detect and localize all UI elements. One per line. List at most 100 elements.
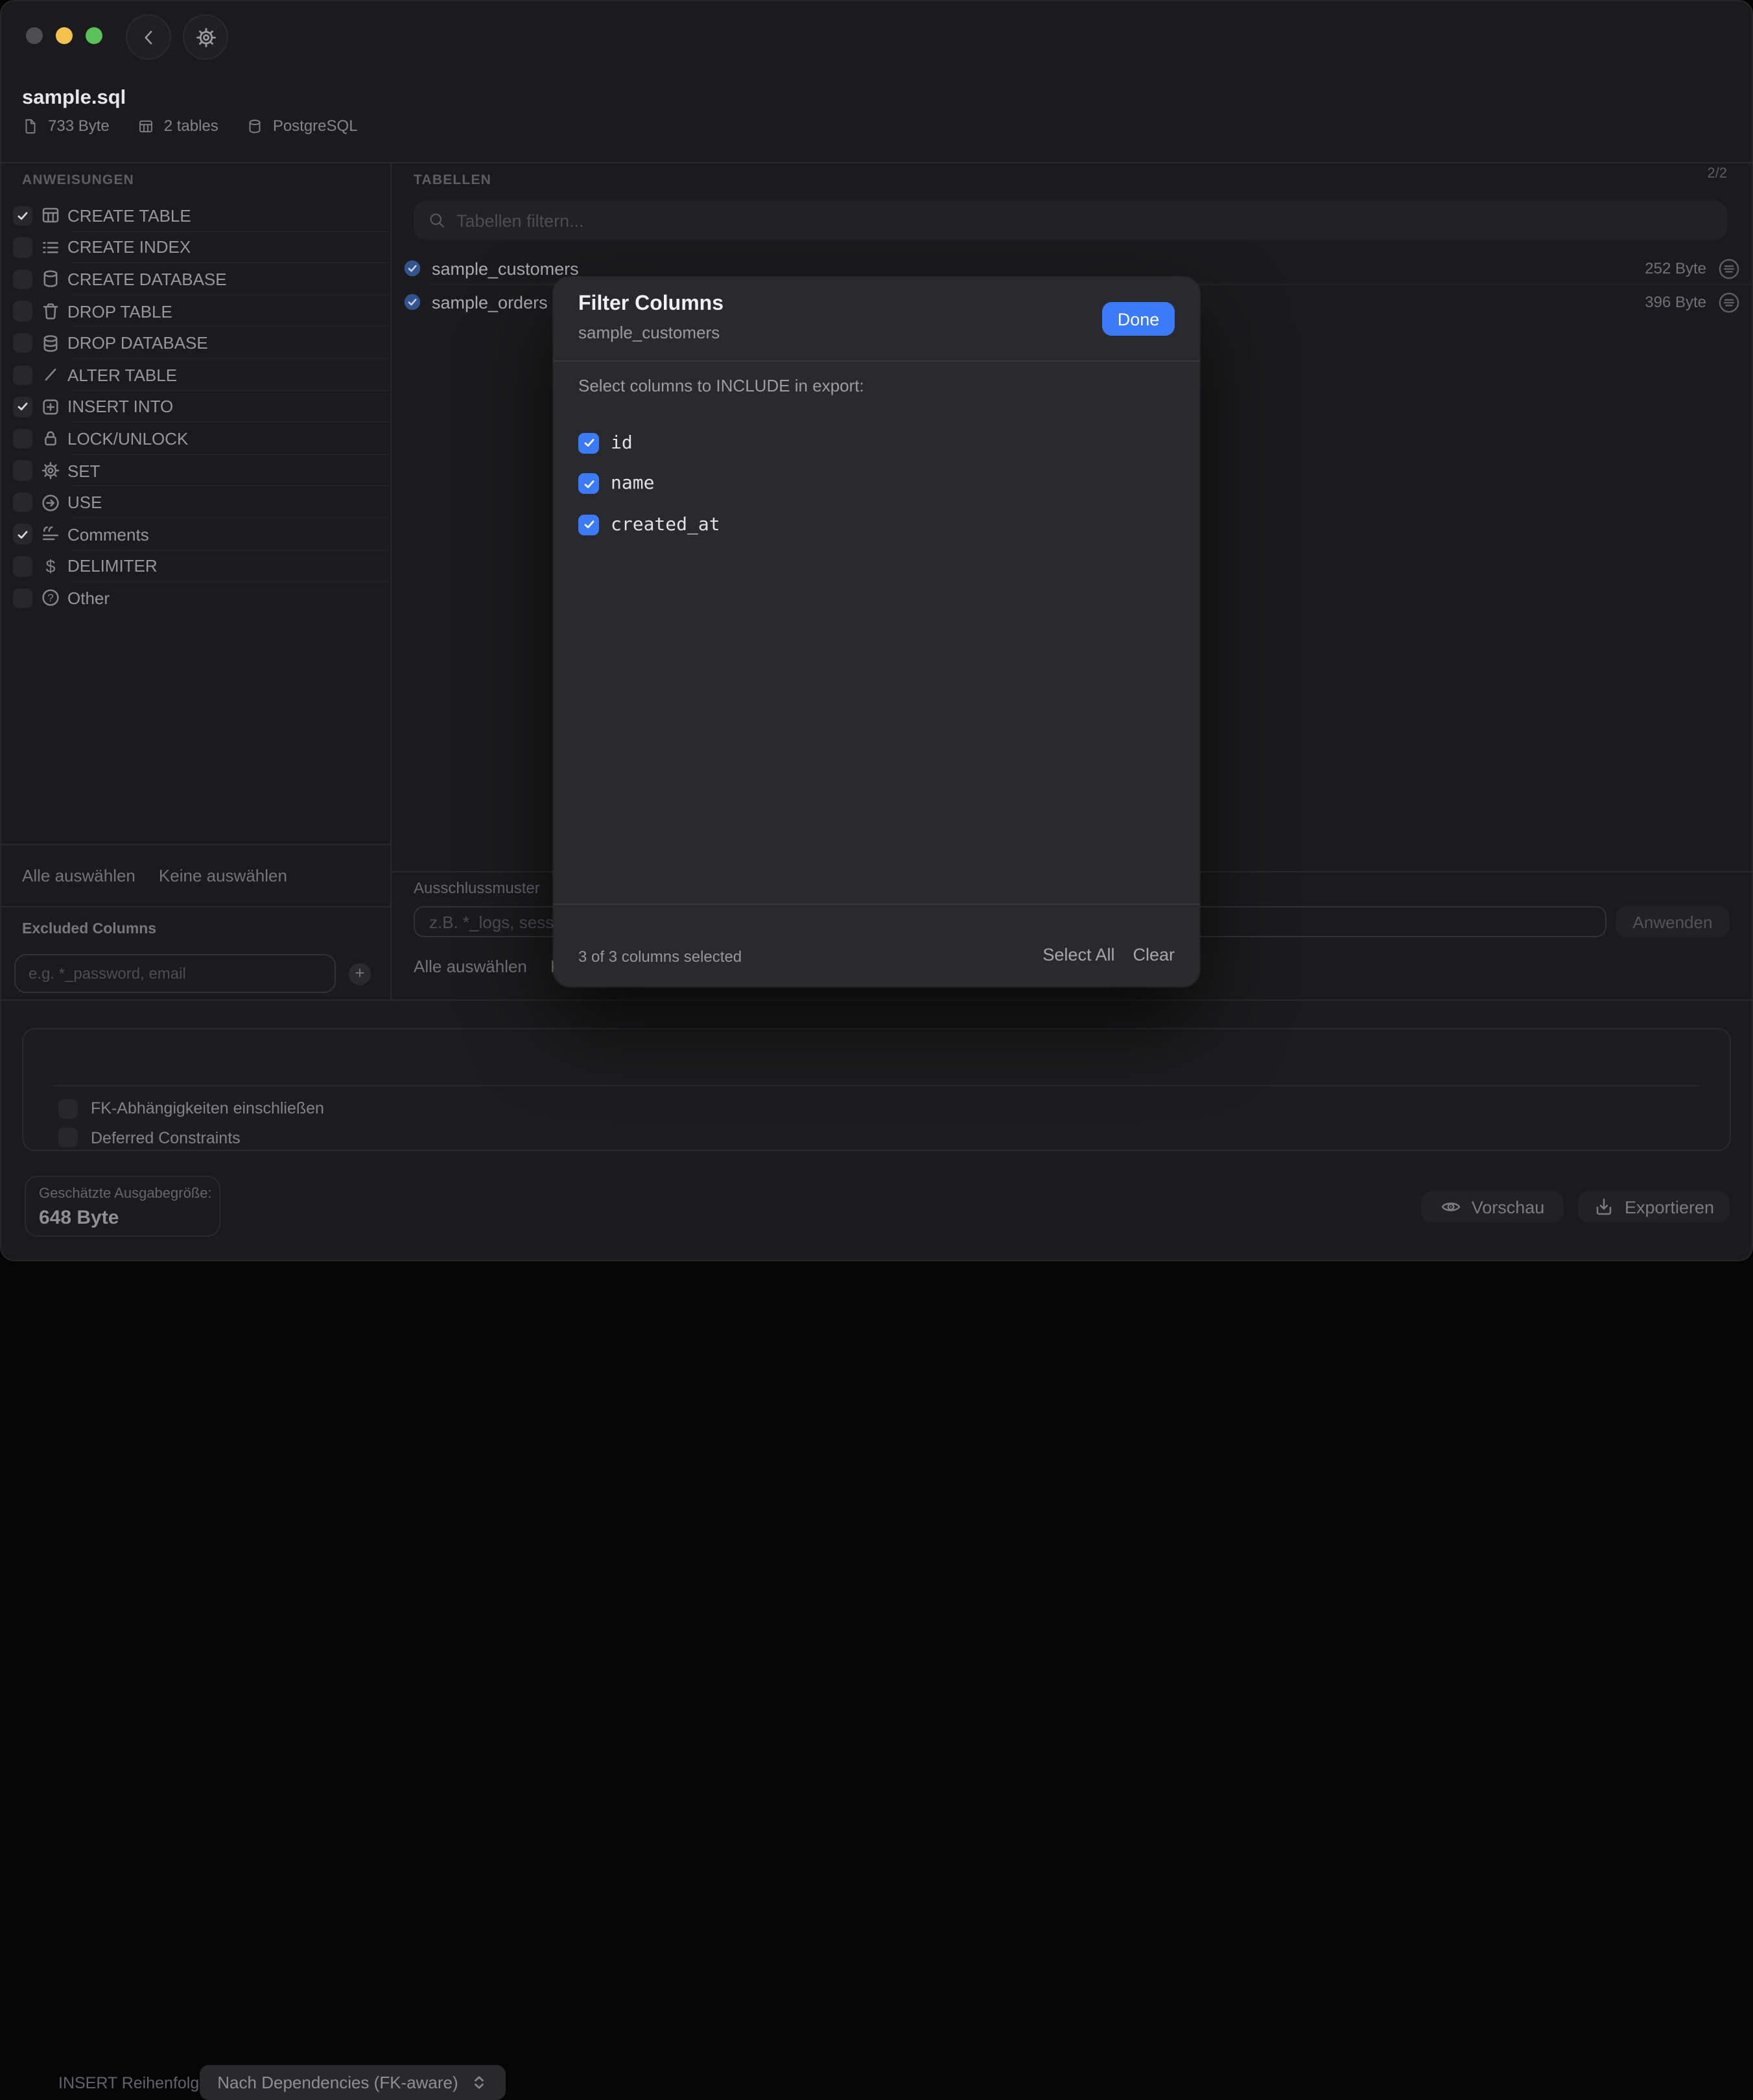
filter-columns-icon[interactable]	[1718, 257, 1740, 279]
back-button[interactable]	[126, 14, 171, 60]
file-title: sample.sql	[22, 87, 126, 110]
statement-checkbox[interactable]	[12, 428, 32, 449]
column-checkbox[interactable]	[578, 474, 599, 495]
database-stack-icon	[40, 332, 61, 353]
file-icon	[22, 117, 39, 134]
statement-row[interactable]: SET	[0, 455, 390, 487]
statement-checkbox[interactable]	[12, 493, 32, 513]
file-meta: 733 Byte 2 tables PostgreSQL	[22, 117, 358, 135]
statement-checkbox[interactable]	[12, 205, 32, 226]
settings-button[interactable]	[183, 14, 228, 60]
apply-button[interactable]: Anwenden	[1616, 906, 1730, 937]
modal-subtitle: sample_customers	[578, 323, 720, 342]
table-filter-box[interactable]	[414, 201, 1727, 240]
option-checkbox[interactable]	[58, 1128, 78, 1148]
table-filter-input[interactable]	[456, 211, 1713, 230]
column-row[interactable]: created_at	[578, 504, 720, 545]
statement-row[interactable]: Comments	[0, 519, 390, 550]
preview-label: Vorschau	[1472, 1197, 1545, 1217]
column-name: id	[611, 433, 633, 454]
filter-columns-icon[interactable]	[1718, 291, 1740, 313]
statement-row[interactable]: DROP DATABASE	[0, 327, 390, 359]
table-checked-icon[interactable]	[403, 293, 421, 311]
excluded-columns-label: Excluded Columns	[22, 922, 156, 937]
app-window: sample.sql 733 Byte 2 tables PostgreSQL …	[0, 0, 1753, 1261]
statement-checkbox[interactable]	[12, 301, 32, 321]
statement-row[interactable]: INSERT INTO	[0, 391, 390, 423]
filter-columns-modal: Filter Columns sample_customers Done Sel…	[554, 277, 1199, 986]
statement-checkbox[interactable]	[12, 556, 32, 576]
option-label: FK-Abhängigkeiten einschließen	[91, 1100, 324, 1118]
database-icon	[40, 269, 61, 290]
statement-label: Comments	[67, 524, 149, 544]
arrow-circle-icon	[40, 492, 61, 513]
statement-row[interactable]: USE	[0, 487, 390, 519]
statement-row[interactable]: CREATE INDEX	[0, 231, 390, 263]
option-row[interactable]: FK-Abhängigkeiten einschließen	[58, 1094, 324, 1123]
content-bottom-divider	[0, 999, 1753, 1001]
statement-checkbox[interactable]	[12, 333, 32, 353]
statement-checkbox[interactable]	[12, 461, 32, 481]
export-label: Exportieren	[1625, 1197, 1714, 1217]
statement-row[interactable]: ?Other	[0, 582, 390, 614]
sidebar-select-all-link[interactable]: Alle auswählen	[22, 866, 135, 885]
statement-label: INSERT INTO	[67, 397, 173, 417]
svg-text:$: $	[45, 557, 55, 576]
statement-checkbox[interactable]	[12, 365, 32, 385]
statement-row[interactable]: ALTER TABLE	[0, 359, 390, 391]
add-excluded-column-button[interactable]: +	[349, 963, 371, 985]
select-all-link[interactable]: Select All	[1042, 945, 1114, 964]
table-icon	[138, 117, 155, 134]
insert-order-select[interactable]: Nach Dependencies (FK-aware)	[200, 2065, 506, 2100]
statement-checkbox[interactable]	[12, 588, 32, 608]
statement-row[interactable]: CREATE TABLE	[0, 200, 390, 231]
plus-square-icon	[40, 397, 61, 417]
statement-checkbox[interactable]	[12, 269, 32, 289]
zoom-button[interactable]	[86, 27, 102, 44]
column-checkbox[interactable]	[578, 433, 599, 454]
table-name: sample_orders	[432, 292, 548, 312]
export-button[interactable]: Exportieren	[1578, 1191, 1730, 1222]
insert-order-value: Nach Dependencies (FK-aware)	[217, 2073, 458, 2092]
minimize-button[interactable]	[56, 27, 73, 44]
table-checked-icon[interactable]	[403, 259, 421, 277]
estimate-value: 648 Byte	[39, 1207, 119, 1229]
statement-checkbox[interactable]	[12, 397, 32, 417]
option-checkbox[interactable]	[58, 1099, 78, 1119]
statement-label: Other	[67, 589, 110, 608]
sidebar-section-divider	[0, 844, 390, 845]
tables-select-all-link[interactable]: Alle auswählen	[414, 957, 527, 976]
statement-label: SET	[67, 461, 100, 480]
gear-icon	[194, 25, 217, 49]
column-checkbox[interactable]	[578, 515, 599, 535]
table-name: sample_customers	[432, 259, 579, 278]
modal-footer-divider	[554, 904, 1199, 905]
excluded-columns-input[interactable]	[14, 954, 336, 993]
column-row[interactable]: name	[578, 463, 720, 504]
tables-counter: 2/2	[1707, 166, 1727, 181]
statement-row[interactable]: DROP TABLE	[0, 296, 390, 327]
header-divider	[0, 162, 1753, 163]
statement-label: LOCK/UNLOCK	[67, 429, 188, 449]
option-row[interactable]: Deferred Constraints	[58, 1123, 324, 1152]
sidebar-section-divider2	[0, 906, 390, 907]
close-button[interactable]	[26, 27, 43, 44]
insert-order-label: INSERT Reihenfolge:	[58, 2074, 213, 2092]
options-checkbox-list: FK-Abhängigkeiten einschließen Deferred C…	[58, 1094, 324, 1152]
column-list: id namecreated_at	[578, 423, 720, 545]
sidebar-select-none-link[interactable]: Keine auswählen	[159, 866, 287, 885]
table-count: 2 tables	[164, 117, 218, 135]
statement-checkbox[interactable]	[12, 237, 32, 257]
statements-heading: ANWEISUNGEN	[22, 172, 134, 188]
statement-row[interactable]: CREATE DATABASE	[0, 263, 390, 295]
done-button[interactable]: Done	[1102, 302, 1175, 336]
statement-row[interactable]: $ DELIMITER	[0, 550, 390, 582]
statement-checkbox[interactable]	[12, 524, 32, 544]
statement-label: DELIMITER	[67, 557, 158, 576]
preview-button[interactable]: Vorschau	[1421, 1191, 1564, 1222]
column-row[interactable]: id	[578, 423, 720, 463]
statement-row[interactable]: LOCK/UNLOCK	[0, 423, 390, 454]
selection-status: 3 of 3 columns selected	[578, 948, 742, 966]
export-icon	[1594, 1196, 1614, 1217]
clear-link[interactable]: Clear	[1133, 945, 1175, 964]
